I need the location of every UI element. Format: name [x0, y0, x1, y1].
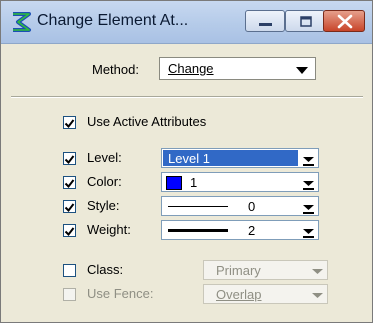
level-checkbox[interactable]	[63, 152, 76, 165]
class-value: Primary	[216, 263, 261, 278]
weight-value: 2	[248, 223, 256, 238]
line-weight-sample	[168, 229, 228, 232]
microstation-app-icon	[13, 12, 31, 32]
level-value: Level 1	[168, 151, 210, 166]
color-dropdown[interactable]: 1	[161, 172, 319, 192]
style-dropdown[interactable]: 0	[161, 196, 319, 216]
chevron-down-icon	[296, 67, 308, 74]
weight-checkbox[interactable]	[63, 224, 76, 237]
change-element-attributes-dialog: Change Element At... Method: Change Use …	[0, 0, 373, 323]
level-label: Level:	[87, 150, 122, 165]
use-active-attributes-label: Use Active Attributes	[87, 114, 207, 129]
method-row: Method: Change	[1, 57, 372, 83]
check-mark-icon	[64, 179, 75, 189]
divider	[11, 96, 363, 98]
class-label: Class:	[87, 262, 124, 277]
chevron-down-icon	[312, 269, 323, 274]
minimize-button[interactable]	[245, 10, 285, 32]
check-mark-icon	[64, 227, 75, 237]
level-dropdown[interactable]: Level 1	[161, 148, 319, 168]
method-dropdown[interactable]: Change	[159, 57, 316, 80]
color-checkbox[interactable]	[63, 176, 76, 189]
close-button[interactable]	[323, 10, 365, 32]
color-label: Color:	[87, 174, 122, 189]
chevron-down-icon	[303, 229, 314, 238]
use-fence-mode-value: Overlap	[216, 287, 262, 302]
chevron-down-icon	[303, 157, 314, 166]
close-icon	[337, 14, 353, 29]
style-label: Style:	[87, 198, 120, 213]
method-label: Method:	[92, 62, 139, 77]
check-mark-icon	[64, 203, 75, 213]
minimize-icon	[259, 23, 272, 26]
chevron-down-icon	[303, 205, 314, 214]
weight-dropdown[interactable]: 2	[161, 220, 319, 240]
color-swatch	[166, 176, 182, 190]
maximize-icon	[300, 16, 312, 27]
style-checkbox[interactable]	[63, 200, 76, 213]
chevron-down-icon	[312, 293, 323, 298]
line-style-sample	[168, 206, 228, 207]
chevron-down-icon	[303, 181, 314, 190]
class-dropdown[interactable]: Primary	[203, 260, 328, 280]
weight-label: Weight:	[87, 222, 131, 237]
title-bar[interactable]: Change Element At...	[1, 1, 372, 44]
method-value: Change	[168, 61, 214, 76]
check-mark-icon	[64, 155, 75, 165]
check-mark-icon	[64, 119, 75, 129]
use-fence-mode-dropdown[interactable]: Overlap	[203, 284, 328, 304]
window-title: Change Element At...	[37, 12, 189, 29]
use-active-attributes-checkbox[interactable]	[63, 116, 76, 129]
color-value: 1	[190, 175, 198, 190]
class-checkbox[interactable]	[63, 264, 76, 277]
use-fence-label: Use Fence:	[87, 286, 154, 301]
style-value: 0	[248, 199, 256, 214]
maximize-button[interactable]	[285, 10, 325, 32]
use-fence-checkbox[interactable]	[63, 288, 76, 301]
